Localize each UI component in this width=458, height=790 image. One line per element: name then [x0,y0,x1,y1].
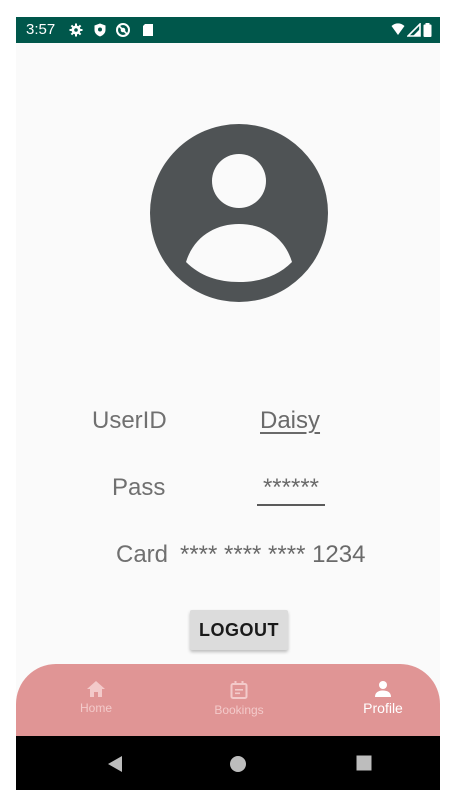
nav-label-bookings: Bookings [214,703,264,717]
nav-item-profile[interactable]: Profile [313,664,440,736]
nav-item-home[interactable]: Home [26,664,166,736]
logout-button[interactable]: LOGOUT [190,610,288,650]
nav-label-profile: Profile [363,700,403,716]
bottom-nav: Home Bookings Profile [16,664,440,736]
recents-icon[interactable] [356,755,372,771]
home-icon [87,681,105,697]
pass-label: Pass [112,474,166,501]
sd-card-icon [143,24,153,36]
battery-icon [423,23,432,37]
status-right-icons [391,23,432,37]
status-time: 3:57 [26,21,56,38]
system-nav-bar [16,736,440,790]
card-value: **** **** **** 1234 [180,541,366,568]
card-label: Card [116,541,169,568]
pass-value: ****** [257,474,325,506]
back-icon[interactable] [107,755,123,773]
nav-item-bookings[interactable]: Bookings [169,664,309,736]
calendar-icon [230,681,248,699]
nav-label-home: Home [79,701,112,715]
signal-icon [407,23,421,37]
gear-icon [69,23,83,37]
userid-value: Daisy [260,407,321,434]
account-circle-icon [150,124,328,302]
shield-icon [94,23,106,37]
home-circle-icon[interactable] [229,755,247,773]
wifi-icon [391,23,405,35]
status-bar: 3:57 [16,17,440,43]
phone-screen: 3:57 UserID Daisy Pass ****** Card **** … [16,17,440,790]
userid-label: UserID [92,407,167,434]
person-icon [375,681,391,697]
do-not-disturb-icon [116,23,130,37]
